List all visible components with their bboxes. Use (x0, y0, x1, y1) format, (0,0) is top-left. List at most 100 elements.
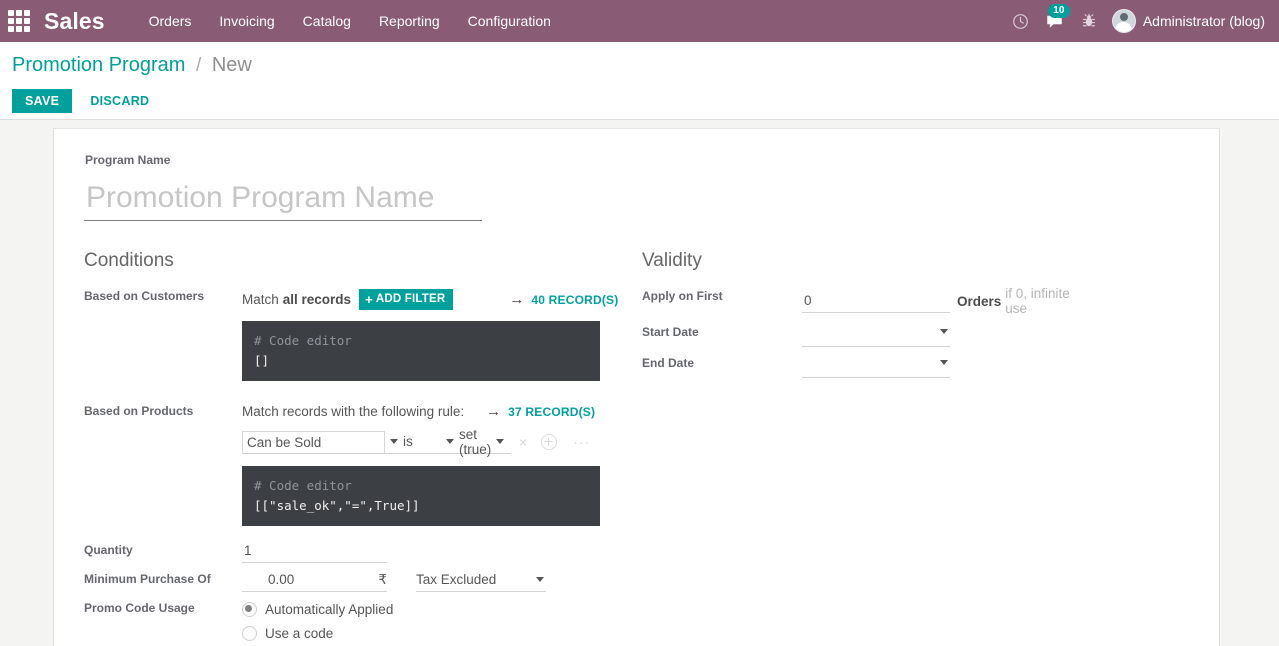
radio-icon-checked (242, 601, 257, 617)
clock-icon[interactable] (1004, 0, 1038, 42)
avatar (1111, 9, 1136, 33)
menu-item-catalog[interactable]: Catalog (289, 0, 365, 42)
products-domain-header: Match records with the following rule: →… (242, 401, 639, 420)
quantity-input[interactable] (242, 540, 387, 563)
match-prefix-label: Match (242, 292, 279, 307)
rule-value-label: set (true) (459, 426, 492, 457)
radio-automatically-applied-label: Automatically Applied (265, 601, 394, 617)
add-filter-label: ADD FILTER (375, 293, 446, 305)
radio-automatically-applied[interactable]: Automatically Applied (242, 598, 639, 620)
chevron-down-icon (496, 439, 505, 444)
app-brand-sales[interactable]: Sales (44, 9, 105, 33)
rule-value-select[interactable]: set (true) (441, 426, 511, 457)
menu-item-invoicing[interactable]: Invoicing (205, 0, 288, 42)
discard-button[interactable]: DISCARD (80, 89, 159, 113)
customers-code-value: [] (254, 353, 270, 368)
minimum-purchase-field: ₹ (242, 569, 390, 592)
based-on-products-row: Based on Products Match records with the… (84, 398, 639, 529)
spacer-row-1 (84, 384, 639, 398)
validity-group: Validity Apply on First Orders if 0, inf… (642, 249, 1082, 381)
arrow-right-icon: → (486, 402, 502, 420)
apply-on-first-input[interactable] (802, 289, 950, 313)
based-on-customers-label: Based on Customers (84, 289, 205, 303)
products-record-count: 37 RECORD(S) (508, 404, 596, 419)
chevron-down-icon (446, 439, 454, 444)
end-date-row: End Date (642, 350, 1082, 381)
program-name-block: Program Name (84, 153, 1189, 221)
products-record-count-link[interactable]: → 37 RECORD(S) (486, 402, 596, 420)
products-match-text: Match records with the following rule: (242, 404, 465, 419)
match-all-records-label: all records (282, 292, 352, 307)
user-menu[interactable]: Administrator (blog) (1106, 0, 1273, 42)
remove-rule-icon[interactable]: × (519, 434, 527, 450)
tax-option-label: Tax Excluded (416, 572, 497, 587)
infinite-use-hint: if 0, infinite use (1005, 286, 1070, 316)
orders-suffix-label: Orders (957, 293, 1002, 309)
based-on-products-label: Based on Products (84, 404, 194, 418)
breadcrumb-separator: / (195, 55, 202, 76)
products-code-value: [["sale_ok","=",True]] (254, 498, 420, 513)
spacer-row-2 (84, 529, 639, 537)
add-filter-button[interactable]: + ADD FILTER (359, 289, 454, 310)
start-date-row: Start Date (642, 319, 1082, 350)
rule-operator-label: is (403, 434, 413, 449)
apply-on-first-label: Apply on First (642, 289, 723, 303)
add-rule-icon[interactable] (541, 434, 558, 450)
filter-rule-row: Can be Sold is set (true) × ··· (242, 426, 639, 457)
start-date-label: Start Date (642, 325, 699, 339)
chevron-down-icon (536, 577, 544, 582)
apps-grid-icon[interactable] (8, 10, 30, 32)
products-code-editor[interactable]: # Code editor [["sale_ok","=",True]] (242, 466, 600, 526)
customers-code-editor[interactable]: # Code editor [] (242, 321, 600, 381)
minimum-purchase-label: Minimum Purchase Of (84, 572, 211, 586)
end-date-picker[interactable] (802, 355, 950, 378)
validity-title: Validity (642, 250, 702, 271)
breadcrumb-promotion-program[interactable]: Promotion Program (12, 54, 185, 76)
currency-symbol: ₹ (378, 572, 387, 587)
content-area: Program Name Conditions Based on Custome… (0, 120, 1279, 646)
minimum-purchase-row: Minimum Purchase Of ₹ Tax Excluded (84, 566, 639, 595)
messages-badge: 10 (1047, 4, 1070, 18)
customers-record-count-link[interactable]: → 40 RECORD(S) (509, 290, 619, 308)
rule-operator-select[interactable]: is (385, 430, 441, 454)
tax-option-select[interactable]: Tax Excluded (416, 569, 546, 592)
program-name-input[interactable] (84, 179, 482, 221)
radio-use-a-code[interactable]: Use a code (242, 622, 639, 644)
menu-item-reporting[interactable]: Reporting (365, 0, 454, 42)
breadcrumb: Promotion Program / New (0, 52, 1279, 79)
control-panel: Promotion Program / New SAVE DISCARD (0, 42, 1279, 120)
plus-icon: + (365, 292, 373, 307)
control-panel-buttons: SAVE DISCARD (0, 79, 1279, 113)
based-on-customers-row: Based on Customers Match all records + A… (84, 283, 639, 384)
rule-action-icons: × ··· (519, 434, 590, 450)
menu-item-configuration[interactable]: Configuration (454, 0, 565, 42)
rule-field-select[interactable]: Can be Sold (242, 430, 385, 454)
messaging-icon[interactable]: 10 (1038, 0, 1072, 42)
conditions-title: Conditions (84, 250, 174, 271)
promo-code-usage-label: Promo Code Usage (84, 601, 195, 615)
quantity-label: Quantity (84, 543, 133, 557)
customers-record-count: 40 RECORD(S) (531, 292, 619, 307)
main-menu: Orders Invoicing Catalog Reporting Confi… (135, 0, 565, 42)
chevron-down-icon (940, 360, 948, 365)
breadcrumb-current-new: New (211, 54, 252, 76)
chevron-down-icon (940, 329, 948, 334)
navbar-right-tools: 10 Administrator (blog) (1004, 0, 1273, 42)
radio-icon-unchecked (242, 625, 257, 641)
form-sheet: Program Name Conditions Based on Custome… (53, 128, 1220, 646)
chevron-down-icon (390, 439, 398, 444)
minimum-purchase-input[interactable] (242, 569, 387, 592)
arrow-right-icon: → (509, 290, 525, 308)
menu-item-orders[interactable]: Orders (135, 0, 206, 42)
bug-icon[interactable] (1072, 0, 1106, 42)
promo-code-usage-row: Promo Code Usage Automatically Applied U… (84, 595, 639, 646)
start-date-picker[interactable] (802, 324, 950, 347)
quantity-row: Quantity (84, 537, 639, 566)
top-navbar: Sales Orders Invoicing Catalog Reporting… (0, 0, 1279, 42)
products-code-comment: # Code editor (254, 478, 352, 493)
conditions-group: Conditions Based on Customers Match all … (84, 249, 639, 646)
customers-code-comment: # Code editor (254, 333, 352, 348)
radio-use-a-code-label: Use a code (265, 625, 334, 641)
save-button[interactable]: SAVE (12, 89, 73, 113)
more-options-icon[interactable]: ··· (573, 435, 590, 449)
